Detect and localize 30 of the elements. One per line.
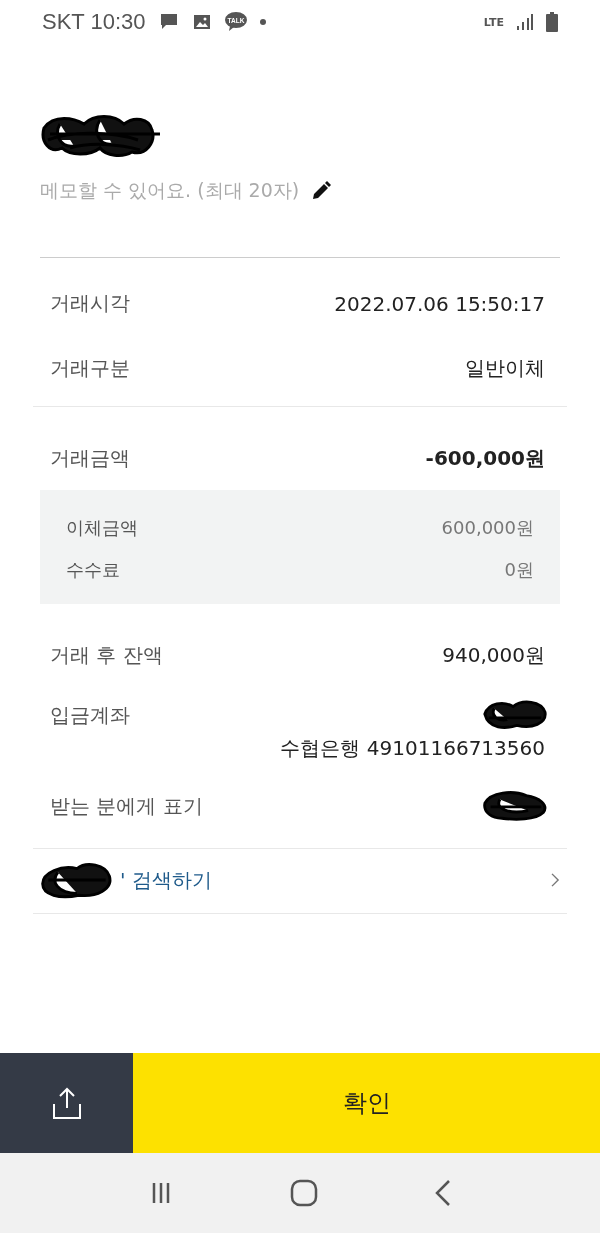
row-label: 거래시각 <box>50 290 130 317</box>
search-link[interactable]: ' 검색하기 <box>0 849 600 913</box>
chevron-right-icon <box>551 873 560 887</box>
status-carrier-time: SKT 10:30 <box>42 9 146 35</box>
battery-icon <box>546 12 558 32</box>
amount-value: -600,000원 <box>425 445 545 472</box>
breakdown-value: 600,000원 <box>441 516 534 540</box>
row-label: 거래금액 <box>50 445 130 472</box>
row-value: 2022.07.06 15:50:17 <box>334 291 545 316</box>
share-icon <box>51 1086 82 1120</box>
breakdown-value: 0원 <box>504 558 534 582</box>
row-label: 거래구분 <box>50 355 130 382</box>
row-label: 받는 분에게 표기 <box>50 792 203 820</box>
row-label: 입금계좌 <box>50 701 130 729</box>
search-link-label: ' 검색하기 <box>120 866 212 894</box>
home-icon[interactable] <box>290 1179 318 1207</box>
row-value: 940,000원 <box>442 642 545 669</box>
pencil-icon[interactable] <box>311 181 332 201</box>
back-icon[interactable] <box>435 1180 452 1206</box>
dot-icon <box>259 19 266 25</box>
breakdown-label: 이체금액 <box>66 516 138 540</box>
redaction-scribble <box>480 699 548 731</box>
signal-icon <box>516 13 534 31</box>
row-value: 일반이체 <box>465 355 545 382</box>
breakdown-label: 수수료 <box>66 558 120 582</box>
confirm-button[interactable]: 확인 <box>133 1053 600 1153</box>
network-label: LTE <box>483 15 504 29</box>
account-number: 수협은행 49101166713560 <box>280 735 545 762</box>
row-label: 거래 후 잔액 <box>50 642 163 669</box>
image-icon <box>191 12 212 32</box>
